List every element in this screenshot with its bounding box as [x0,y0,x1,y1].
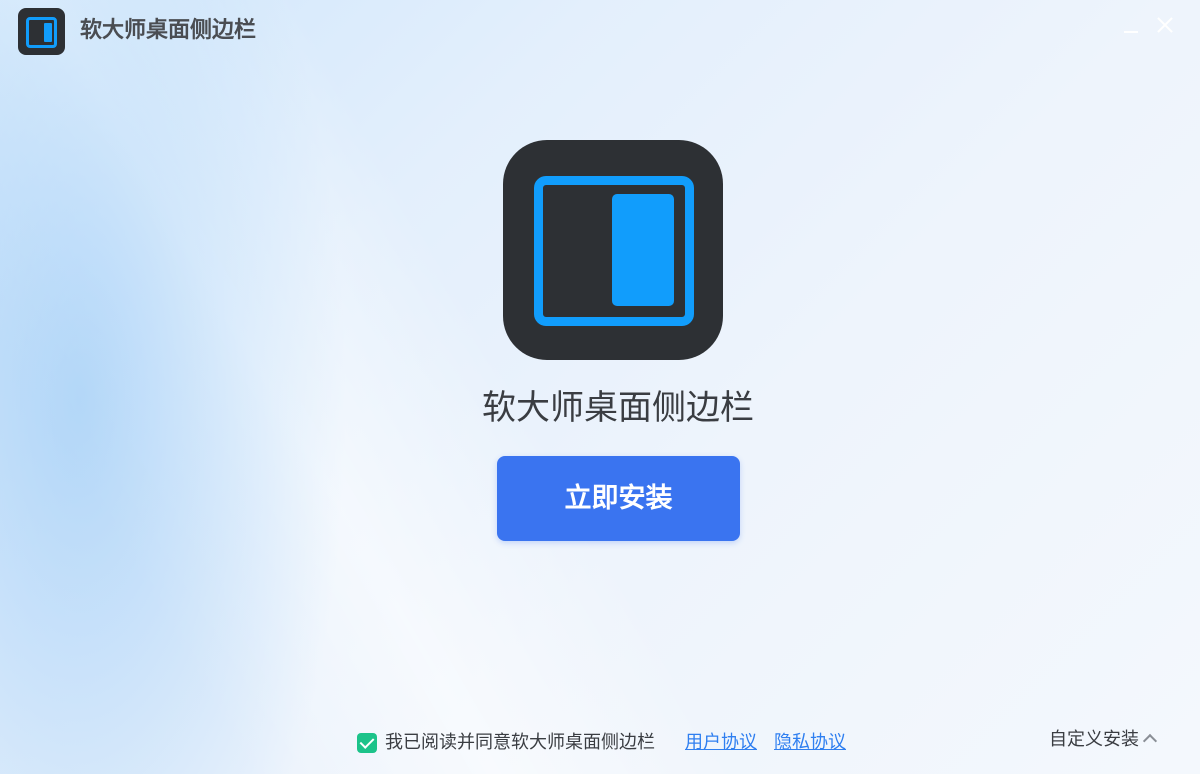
minimize-button[interactable] [1116,10,1146,40]
close-button[interactable] [1150,10,1180,40]
app-logo [503,140,723,360]
minimize-icon [1124,31,1138,33]
agree-checkbox[interactable] [357,733,377,753]
app-name: 软大师桌面侧边栏 [482,388,754,428]
privacy-policy-link[interactable]: 隐私协议 [774,731,846,755]
chevron-up-icon [1142,733,1158,749]
app-logo-panel [612,194,674,306]
custom-install-label: 自定义安装 [1049,729,1139,750]
app-logo-frame [534,176,694,326]
agreement-text: 我已阅读并同意软大师桌面侧边栏 [385,732,655,753]
window-title: 软大师桌面侧边栏 [80,18,257,43]
checkbox-checked-icon [359,734,375,749]
user-agreement-link[interactable]: 用户协议 [685,731,757,755]
sidebar-app-icon [18,8,65,55]
icon-panel [44,23,52,42]
install-now-button[interactable]: 立即安装 [497,456,740,541]
title-bar: 软大师桌面侧边栏 [0,0,1200,62]
icon-frame [26,17,57,48]
custom-install-toggle[interactable]: 自定义安装 [1049,727,1158,753]
